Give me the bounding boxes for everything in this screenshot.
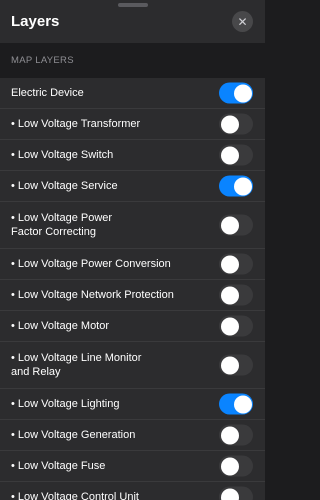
- layer-row-fuse[interactable]: • Low Voltage Fuse: [0, 451, 265, 482]
- layer-toggle[interactable]: [219, 354, 253, 376]
- layer-label: • Low Voltage Transformer: [11, 118, 141, 130]
- layer-row-lighting[interactable]: • Low Voltage Lighting: [0, 389, 265, 420]
- layer-label: • Low Voltage Network Protection: [11, 289, 174, 301]
- layer-label: • Low Voltage Fuse: [11, 460, 106, 472]
- layers-sheet: Layers ✕ MAP LAYERS Electric Device • Lo…: [0, 0, 265, 500]
- layer-toggle[interactable]: [219, 486, 253, 500]
- toggle-knob: [220, 115, 239, 133]
- toggle-knob: [220, 356, 239, 374]
- layer-toggle[interactable]: [219, 284, 253, 306]
- layer-row-power-conversion[interactable]: • Low Voltage Power Conversion: [0, 249, 265, 280]
- layer-label: • Low Voltage Line Monitor and Relay: [11, 352, 142, 378]
- layer-label: • Low Voltage Generation: [11, 429, 136, 441]
- toggle-knob: [233, 395, 252, 413]
- layer-label: • Low Voltage Service: [11, 180, 118, 192]
- layer-toggle[interactable]: [219, 82, 253, 104]
- toggle-knob: [233, 177, 252, 195]
- layer-toggle[interactable]: [219, 253, 253, 275]
- layer-row-line-monitor-relay[interactable]: • Low Voltage Line Monitor and Relay: [0, 342, 265, 389]
- layer-row-control-unit[interactable]: • Low Voltage Control Unit: [0, 482, 265, 500]
- page-title: Layers: [11, 13, 60, 30]
- layer-row-power-factor-correcting[interactable]: • Low Voltage Power Factor Correcting: [0, 202, 265, 249]
- layer-toggle[interactable]: [219, 214, 253, 236]
- layer-row-generation[interactable]: • Low Voltage Generation: [0, 420, 265, 451]
- layer-label: Electric Device: [11, 87, 84, 99]
- layer-row-service[interactable]: • Low Voltage Service: [0, 171, 265, 202]
- layer-label: • Low Voltage Power Factor Correcting: [11, 212, 113, 238]
- toggle-knob: [220, 457, 239, 475]
- toggle-knob: [220, 286, 239, 304]
- layer-row-switch[interactable]: • Low Voltage Switch: [0, 140, 265, 171]
- drag-handle[interactable]: [118, 3, 148, 7]
- toggle-knob: [220, 488, 239, 500]
- layer-toggle[interactable]: [219, 113, 253, 135]
- toggle-knob: [220, 216, 239, 234]
- toggle-knob: [220, 146, 239, 164]
- toggle-knob: [220, 426, 239, 444]
- layer-row-motor[interactable]: • Low Voltage Motor: [0, 311, 265, 342]
- layer-list: Electric Device • Low Voltage Transforme…: [0, 78, 265, 500]
- toggle-knob: [220, 255, 239, 273]
- section-header-map-layers: MAP LAYERS: [11, 55, 74, 66]
- layer-toggle[interactable]: [219, 315, 253, 337]
- layer-label: • Low Voltage Power Conversion: [11, 258, 171, 270]
- close-icon: ✕: [237, 14, 248, 29]
- layer-label: • Low Voltage Switch: [11, 149, 114, 161]
- toggle-knob: [220, 317, 239, 335]
- layer-toggle[interactable]: [219, 393, 253, 415]
- layer-row-electric-device[interactable]: Electric Device: [0, 78, 265, 109]
- layer-toggle[interactable]: [219, 175, 253, 197]
- layer-label: • Low Voltage Motor: [11, 320, 110, 332]
- sheet-header: Layers ✕: [0, 0, 265, 44]
- layer-toggle[interactable]: [219, 424, 253, 446]
- layer-label: • Low Voltage Lighting: [11, 398, 120, 410]
- layer-label: • Low Voltage Control Unit: [11, 491, 139, 500]
- layer-row-network-protection[interactable]: • Low Voltage Network Protection: [0, 280, 265, 311]
- layer-toggle[interactable]: [219, 455, 253, 477]
- close-button[interactable]: ✕: [232, 11, 253, 32]
- toggle-knob: [233, 84, 252, 102]
- layer-row-transformer[interactable]: • Low Voltage Transformer: [0, 109, 265, 140]
- layer-toggle[interactable]: [219, 144, 253, 166]
